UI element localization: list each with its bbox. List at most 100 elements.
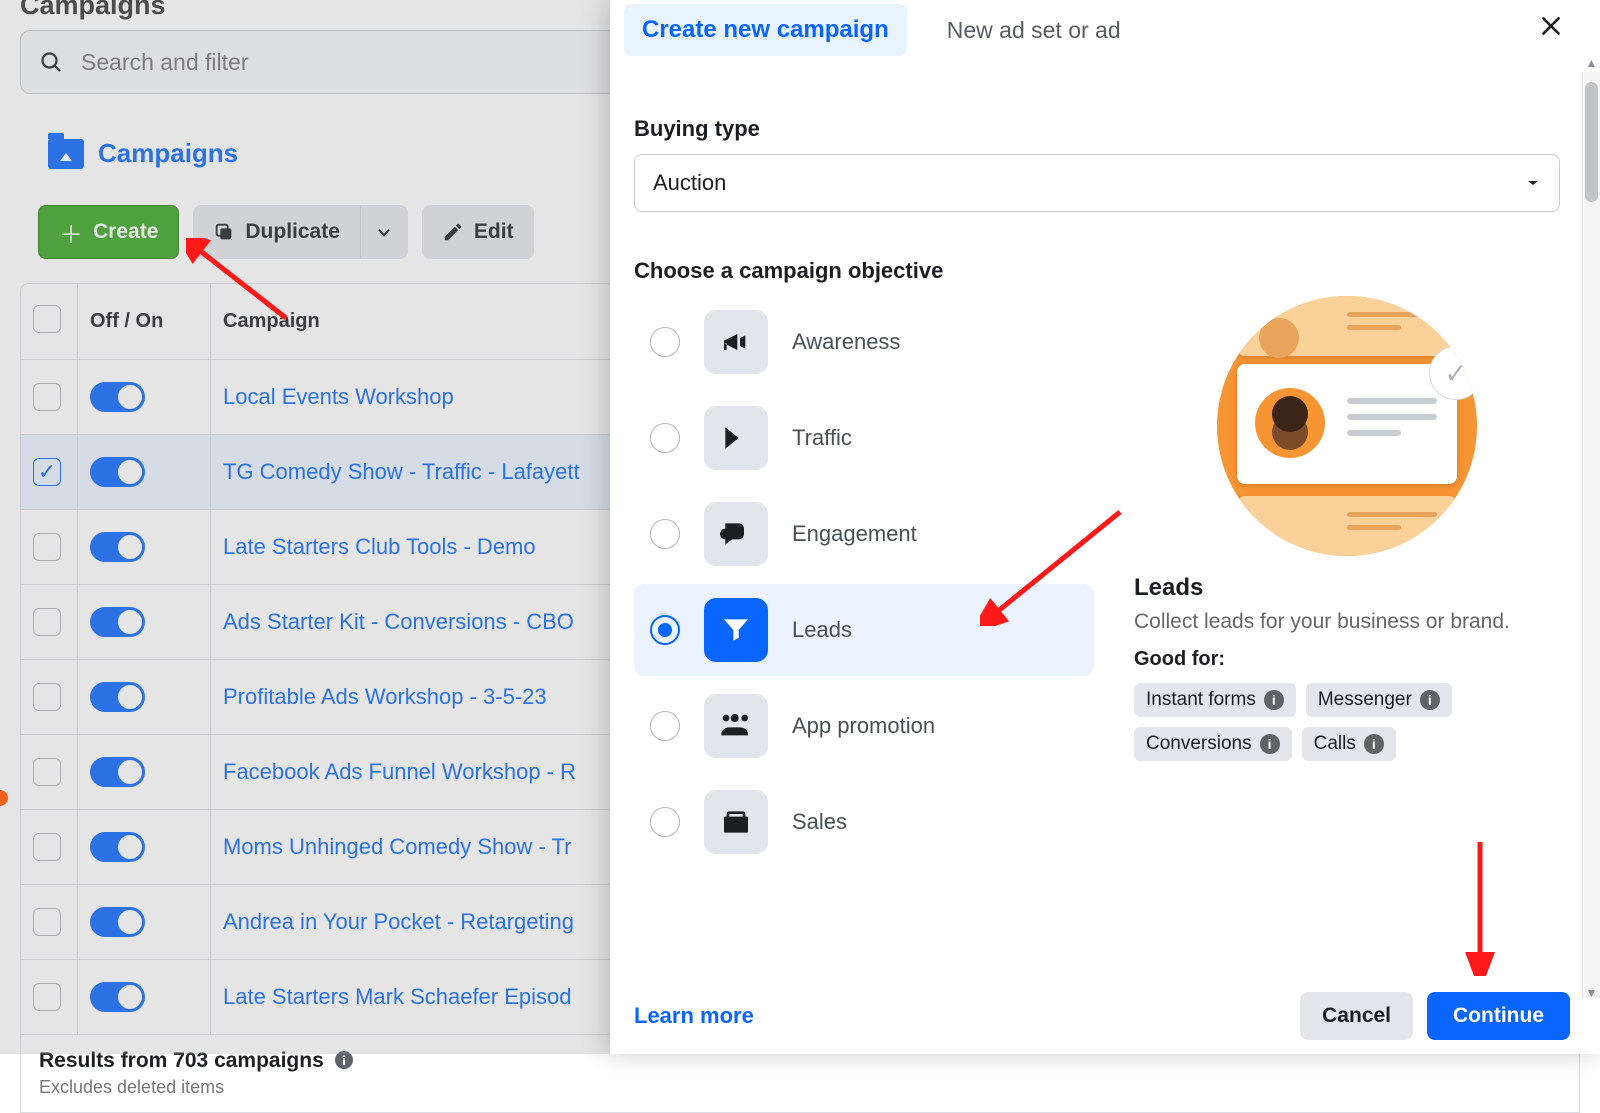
scrollbar-handle[interactable] (1585, 82, 1598, 202)
row-checkbox[interactable] (33, 758, 61, 786)
learn-more-link[interactable]: Learn more (634, 1003, 754, 1029)
radio-icon (650, 807, 680, 837)
col-offon[interactable]: Off / On (77, 284, 211, 359)
row-toggle[interactable] (90, 757, 145, 787)
row-toggle[interactable] (90, 982, 145, 1012)
tab-new-adset-or-ad[interactable]: New ad set or ad (943, 5, 1125, 56)
leads-icon (704, 598, 768, 662)
duplicate-split-button[interactable]: Duplicate (193, 205, 408, 259)
create-button[interactable]: ＋ Create (38, 205, 179, 259)
pencil-icon (442, 221, 464, 243)
cancel-button[interactable]: Cancel (1300, 992, 1413, 1040)
row-checkbox[interactable] (33, 983, 61, 1011)
info-icon[interactable]: i (1364, 734, 1384, 754)
info-icon[interactable]: i (1420, 690, 1440, 710)
objective-label: Awareness (792, 329, 900, 355)
row-toggle[interactable] (90, 832, 145, 862)
campaign-name-link[interactable]: TG Comedy Show - Traffic - Lafayett (223, 459, 580, 485)
scroll-down-arrow[interactable]: ▼ (1583, 986, 1600, 1000)
good-for-tag[interactable]: Messenger i (1306, 683, 1452, 717)
objective-app_promotion[interactable]: App promotion (634, 680, 1094, 772)
row-toggle[interactable] (90, 907, 145, 937)
campaign-name-link[interactable]: Late Starters Club Tools - Demo (223, 534, 536, 560)
objective-traffic[interactable]: Traffic (634, 392, 1094, 484)
tag-label: Messenger (1318, 689, 1412, 711)
chevron-down-icon (376, 224, 392, 240)
duplicate-caret[interactable] (360, 205, 408, 259)
tab-campaigns-label: Campaigns (98, 138, 238, 169)
info-icon[interactable]: i (334, 1050, 354, 1070)
row-checkbox[interactable] (33, 533, 61, 561)
buying-type-value: Auction (653, 170, 726, 196)
svg-text:i: i (342, 1053, 346, 1068)
tab-create-new-campaign[interactable]: Create new campaign (624, 4, 907, 56)
row-checkbox[interactable] (33, 908, 61, 936)
objective-sales[interactable]: Sales (634, 776, 1094, 868)
row-toggle[interactable] (90, 382, 145, 412)
awareness-icon (704, 310, 768, 374)
campaign-name-link[interactable]: Profitable Ads Workshop - 3-5-23 (223, 684, 547, 710)
info-icon[interactable]: i (1264, 690, 1284, 710)
good-for-tag[interactable]: Callsi (1302, 727, 1396, 761)
objective-label: Sales (792, 809, 847, 835)
row-toggle[interactable] (90, 607, 145, 637)
close-button[interactable] (1538, 13, 1564, 47)
objective-label: App promotion (792, 713, 935, 739)
edit-button[interactable]: Edit (422, 205, 534, 259)
row-checkbox[interactable] (33, 833, 61, 861)
create-campaign-modal: Create new campaign New ad set or ad Buy… (610, 0, 1600, 1054)
row-checkbox[interactable] (33, 683, 61, 711)
scrollbar[interactable]: ▲ ▼ (1582, 72, 1600, 998)
tab-campaigns[interactable]: Campaigns (38, 130, 248, 177)
row-toggle[interactable] (90, 682, 145, 712)
scroll-up-arrow[interactable]: ▲ (1583, 56, 1600, 70)
radio-icon (650, 327, 680, 357)
buying-type-select[interactable]: Auction (634, 154, 1560, 212)
campaign-name-link[interactable]: Late Starters Mark Schaefer Episod (223, 984, 572, 1010)
campaign-name-link[interactable]: Local Events Workshop (223, 384, 454, 410)
search-icon (39, 50, 63, 74)
good-for-tag[interactable]: Conversions i (1134, 727, 1292, 761)
chevron-down-icon (1525, 175, 1541, 191)
continue-button[interactable]: Continue (1427, 992, 1570, 1040)
objective-label: Leads (792, 617, 852, 643)
leads-illustration: ✓ (1217, 296, 1477, 556)
create-button-label: Create (93, 220, 158, 244)
row-checkbox[interactable] (33, 608, 61, 636)
row-checkbox[interactable]: ✓ (33, 458, 61, 486)
campaign-name-link[interactable]: Ads Starter Kit - Conversions - CBO (223, 609, 574, 635)
sales-icon (704, 790, 768, 854)
info-icon[interactable]: i (1260, 734, 1280, 754)
plus-icon: ＋ (59, 215, 83, 250)
objective-engagement[interactable]: Engagement (634, 488, 1094, 580)
objective-awareness[interactable]: Awareness (634, 296, 1094, 388)
results-summary: Results from 703 campaigns (39, 1049, 324, 1072)
tag-label: Instant forms (1146, 689, 1256, 711)
duplicate-label: Duplicate (245, 220, 340, 244)
row-checkbox[interactable] (33, 383, 61, 411)
checkmark-icon: ✓ (1429, 346, 1477, 400)
notification-dot (0, 790, 8, 806)
campaign-name-link[interactable]: Andrea in Your Pocket - Retargeting (223, 909, 574, 935)
tag-label: Calls (1314, 733, 1356, 755)
objective-leads[interactable]: Leads (634, 584, 1094, 676)
tag-label: Conversions (1146, 733, 1252, 755)
campaign-name-link[interactable]: Facebook Ads Funnel Workshop - R (223, 759, 576, 785)
good-for-tag[interactable]: Instant forms i (1134, 683, 1296, 717)
engagement-icon (704, 502, 768, 566)
results-sub: Excludes deleted items (39, 1077, 354, 1098)
row-toggle[interactable] (90, 457, 145, 487)
objective-section-label: Choose a campaign objective (634, 258, 1560, 284)
buying-type-label: Buying type (634, 116, 1560, 142)
campaign-name-link[interactable]: Moms Unhinged Comedy Show - Tr (223, 834, 571, 860)
objective-label: Engagement (792, 521, 917, 547)
app_promotion-icon (704, 694, 768, 758)
duplicate-button[interactable]: Duplicate (193, 205, 360, 259)
select-all-checkbox[interactable] (33, 305, 61, 333)
radio-icon (650, 519, 680, 549)
objective-label: Traffic (792, 425, 852, 451)
close-icon (1538, 13, 1564, 39)
row-toggle[interactable] (90, 532, 145, 562)
objective-side-desc: Collect leads for your business or brand… (1134, 610, 1560, 634)
folder-icon (48, 139, 84, 169)
